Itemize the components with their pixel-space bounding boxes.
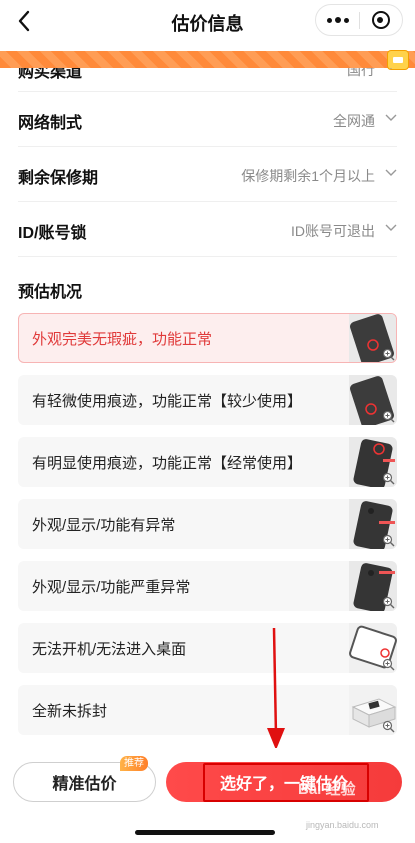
row-warranty[interactable]: 剩余保修期 保修期剩余1个月以上: [18, 147, 397, 202]
row-id-lock[interactable]: ID/账号锁 ID账号可退出: [18, 202, 397, 257]
watermark-url: jingyan.baidu.com: [306, 820, 379, 830]
mini-program-capsule: [315, 4, 403, 36]
option-label: 外观/显示/功能严重异常: [32, 579, 191, 596]
option-new-sealed[interactable]: 全新未拆封: [18, 685, 397, 735]
option-cannot-boot[interactable]: 无法开机/无法进入桌面: [18, 623, 397, 673]
zoom-icon[interactable]: [382, 720, 395, 733]
zoom-icon[interactable]: [382, 348, 395, 361]
option-label: 全新未拆封: [32, 703, 108, 720]
section-title-condition: 预估机况: [18, 284, 83, 301]
phone-thumbnail[interactable]: [349, 499, 397, 549]
zoom-icon[interactable]: [382, 658, 395, 671]
row-label: 剩余保修期: [18, 170, 99, 187]
zoom-icon[interactable]: [382, 410, 395, 423]
phone-thumbnail[interactable]: [349, 375, 397, 425]
one-click-estimate-button[interactable]: 选好了，一键估价: [166, 762, 402, 802]
row-purchase-channel[interactable]: 购买渠道 国行: [18, 68, 397, 92]
zoom-icon[interactable]: [382, 596, 395, 609]
option-label: 有轻微使用痕迹，功能正常【较少使用】: [32, 393, 303, 410]
phone-thumbnail[interactable]: [349, 437, 397, 487]
phone-thumbnail[interactable]: [349, 623, 397, 673]
row-label: ID/账号锁: [18, 225, 87, 242]
option-abnormal[interactable]: 外观/显示/功能有异常: [18, 499, 397, 549]
zoom-icon[interactable]: [382, 534, 395, 547]
row-label: 购买渠道: [18, 68, 83, 81]
option-label: 外观/显示/功能有异常: [32, 517, 176, 534]
gift-icon[interactable]: [387, 50, 409, 70]
row-value: 国行: [347, 68, 375, 78]
row-label: 网络制式: [18, 115, 83, 132]
home-indicator[interactable]: [135, 830, 275, 835]
option-perfect[interactable]: 外观完美无瑕疵，功能正常: [18, 313, 397, 363]
chevron-down-icon: [390, 68, 392, 69]
option-severe-abnormal[interactable]: 外观/显示/功能严重异常: [18, 561, 397, 611]
row-value: 全网通: [333, 113, 375, 129]
promo-strip[interactable]: [0, 51, 415, 68]
row-network[interactable]: 网络制式 全网通: [18, 92, 397, 147]
option-heavy-wear[interactable]: 有明显使用痕迹，功能正常【经常使用】: [18, 437, 397, 487]
option-light-wear[interactable]: 有轻微使用痕迹，功能正常【较少使用】: [18, 375, 397, 425]
row-value: ID账号可退出: [291, 223, 375, 239]
option-label: 无法开机/无法进入桌面: [32, 641, 187, 658]
phone-box-thumbnail[interactable]: [349, 685, 397, 735]
option-label: 有明显使用痕迹，功能正常【经常使用】: [32, 455, 303, 472]
info-rows: 购买渠道 国行 网络制式 全网通 剩余保修期 保修期剩余1个月以上 ID/账号锁…: [0, 68, 415, 257]
chevron-down-icon: [385, 169, 397, 176]
chevron-down-icon: [385, 114, 397, 121]
option-label: 外观完美无瑕疵，功能正常: [32, 331, 213, 348]
condition-options: 外观完美无瑕疵，功能正常 有轻微使用痕迹，功能正常【较少使用】 有明显使用痕迹，…: [18, 313, 397, 747]
watermark-logo: Bai 经验: [298, 781, 356, 798]
chevron-down-icon: [385, 224, 397, 231]
nav-header: 估价信息: [0, 0, 415, 44]
recommend-badge: 推荐: [120, 756, 148, 771]
row-value: 保修期剩余1个月以上: [241, 168, 375, 184]
more-icon[interactable]: [316, 5, 359, 35]
phone-thumbnail[interactable]: [349, 561, 397, 611]
close-miniprogram-icon[interactable]: [359, 5, 402, 35]
zoom-icon[interactable]: [382, 472, 395, 485]
phone-thumbnail[interactable]: [349, 314, 396, 362]
